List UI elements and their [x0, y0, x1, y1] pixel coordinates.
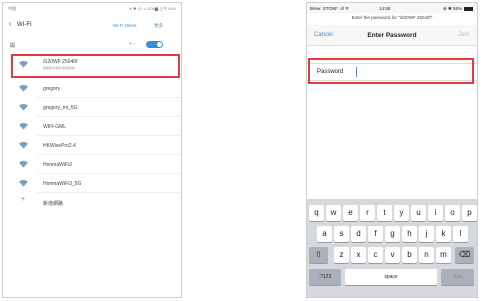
wifi-network-item[interactable]: HonmaWiFi3 [3, 155, 181, 174]
highlight-box [11, 54, 180, 78]
toggle-label: 開 [10, 43, 16, 49]
wifi-direct-button[interactable]: Wi-Fi Direct [113, 23, 137, 28]
network-name: HonmaWiFi3 [43, 162, 72, 168]
network-name: WIFI-GML [43, 124, 67, 130]
space-key[interactable]: space [345, 269, 437, 285]
key-c[interactable]: c [368, 247, 383, 263]
key-e[interactable]: e [343, 205, 358, 221]
key-g[interactable]: g [385, 226, 400, 242]
key-l[interactable]: l [453, 226, 468, 242]
key-k[interactable]: k [436, 226, 451, 242]
key-w[interactable]: w [326, 205, 341, 221]
add-network-item[interactable]: + 新增網路 [3, 193, 181, 212]
page-title: Enter Password [367, 32, 417, 39]
status-time: 14:58 [379, 6, 391, 11]
wifi-signal-icon [19, 160, 28, 168]
key-p[interactable]: p [462, 205, 477, 221]
wifi-signal-icon [19, 141, 28, 149]
key-x[interactable]: x [351, 247, 366, 263]
status-bar: 中国 N ✱ ⓦ .ıl 12%▆ 上午 9:41 [3, 3, 181, 13]
nav-bar: Cancel Enter Password Join [307, 25, 477, 46]
key-q[interactable]: q [309, 205, 324, 221]
ios-enter-password-screen: Brew: STONF .ıll ᯤ 14:58 ⊕ ✱ 58% Enter t… [306, 2, 478, 298]
highlight-box [308, 58, 474, 84]
key-r[interactable]: r [360, 205, 375, 221]
network-name: HonmaWiFi3_5G [43, 181, 82, 187]
key-a[interactable]: a [317, 226, 332, 242]
wifi-network-item[interactable]: gregory_mi_5G [3, 98, 181, 117]
delete-icon[interactable]: ⌫ [455, 247, 474, 263]
network-name: gregory [43, 86, 60, 92]
key-f[interactable]: f [368, 226, 383, 242]
page-title: WI-FI [17, 22, 32, 28]
carrier-label: Brew: STONF .ıll ᯤ [310, 6, 350, 11]
add-icon[interactable]: + ⁝ [129, 41, 135, 47]
keyboard: q w e r t y u i o p a s d f g h j k l ⇧ … [307, 199, 477, 297]
key-z[interactable]: z [334, 247, 349, 263]
shift-icon[interactable]: ⇧ [309, 247, 328, 263]
wifi-signal-icon [19, 122, 28, 130]
network-name: HKWisePro2.4 [43, 143, 76, 149]
network-name: gregory_mi_5G [43, 105, 78, 111]
status-bar: Brew: STONF .ıll ᯤ 14:58 ⊕ ✱ 58% [307, 3, 477, 13]
wifi-network-item[interactable]: HKWisePro2.4 [3, 136, 181, 155]
join-button[interactable]: Join [458, 32, 469, 38]
toggle-knob [157, 42, 162, 47]
key-i[interactable]: i [428, 205, 443, 221]
key-t[interactable]: t [377, 205, 392, 221]
key-v[interactable]: v [385, 247, 400, 263]
wifi-toggle-row: 開 + ⁝ [3, 36, 181, 54]
wifi-signal-icon [19, 84, 28, 92]
carrier-label: 中国 [8, 6, 16, 11]
add-network-label: 新增網路 [43, 201, 64, 207]
key-o[interactable]: o [445, 205, 460, 221]
wifi-network-item[interactable]: HonmaWiFi3_5G [3, 174, 181, 193]
key-u[interactable]: u [411, 205, 426, 221]
wifi-network-item[interactable]: gregory [3, 79, 181, 98]
more-button[interactable]: 更多 [154, 23, 163, 29]
key-y[interactable]: y [394, 205, 409, 221]
key-d[interactable]: d [351, 226, 366, 242]
key-j[interactable]: j [419, 226, 434, 242]
key-n[interactable]: n [419, 247, 434, 263]
wifi-signal-icon [19, 103, 28, 111]
keyboard-join-key[interactable]: Join [441, 269, 474, 285]
wifi-network-item[interactable]: WIFI-GML [3, 117, 181, 136]
plus-icon: + [21, 196, 26, 203]
key-s[interactable]: s [334, 226, 349, 242]
wifi-toggle[interactable] [146, 41, 163, 48]
header: ‹ WI-FI Wi-Fi Direct 更多 [3, 15, 181, 35]
key-b[interactable]: b [402, 247, 417, 263]
key-m[interactable]: m [436, 247, 451, 263]
status-icons: ⊕ ✱ 58% [443, 6, 473, 12]
status-icons: N ✱ ⓦ .ıl 12%▆ 上午 9:41 [129, 6, 176, 11]
key-h[interactable]: h [402, 226, 417, 242]
numbers-key[interactable]: .?123 [309, 269, 341, 285]
password-prompt: Enter the password for "iS20WF 25040f" [351, 15, 433, 20]
battery-icon [464, 6, 473, 11]
android-wifi-settings-screen: 中国 N ✱ ⓦ .ıl 12%▆ 上午 9:41 ‹ WI-FI Wi-Fi … [2, 2, 182, 298]
back-chevron-icon[interactable]: ‹ [9, 21, 11, 28]
wifi-signal-icon [19, 179, 28, 187]
